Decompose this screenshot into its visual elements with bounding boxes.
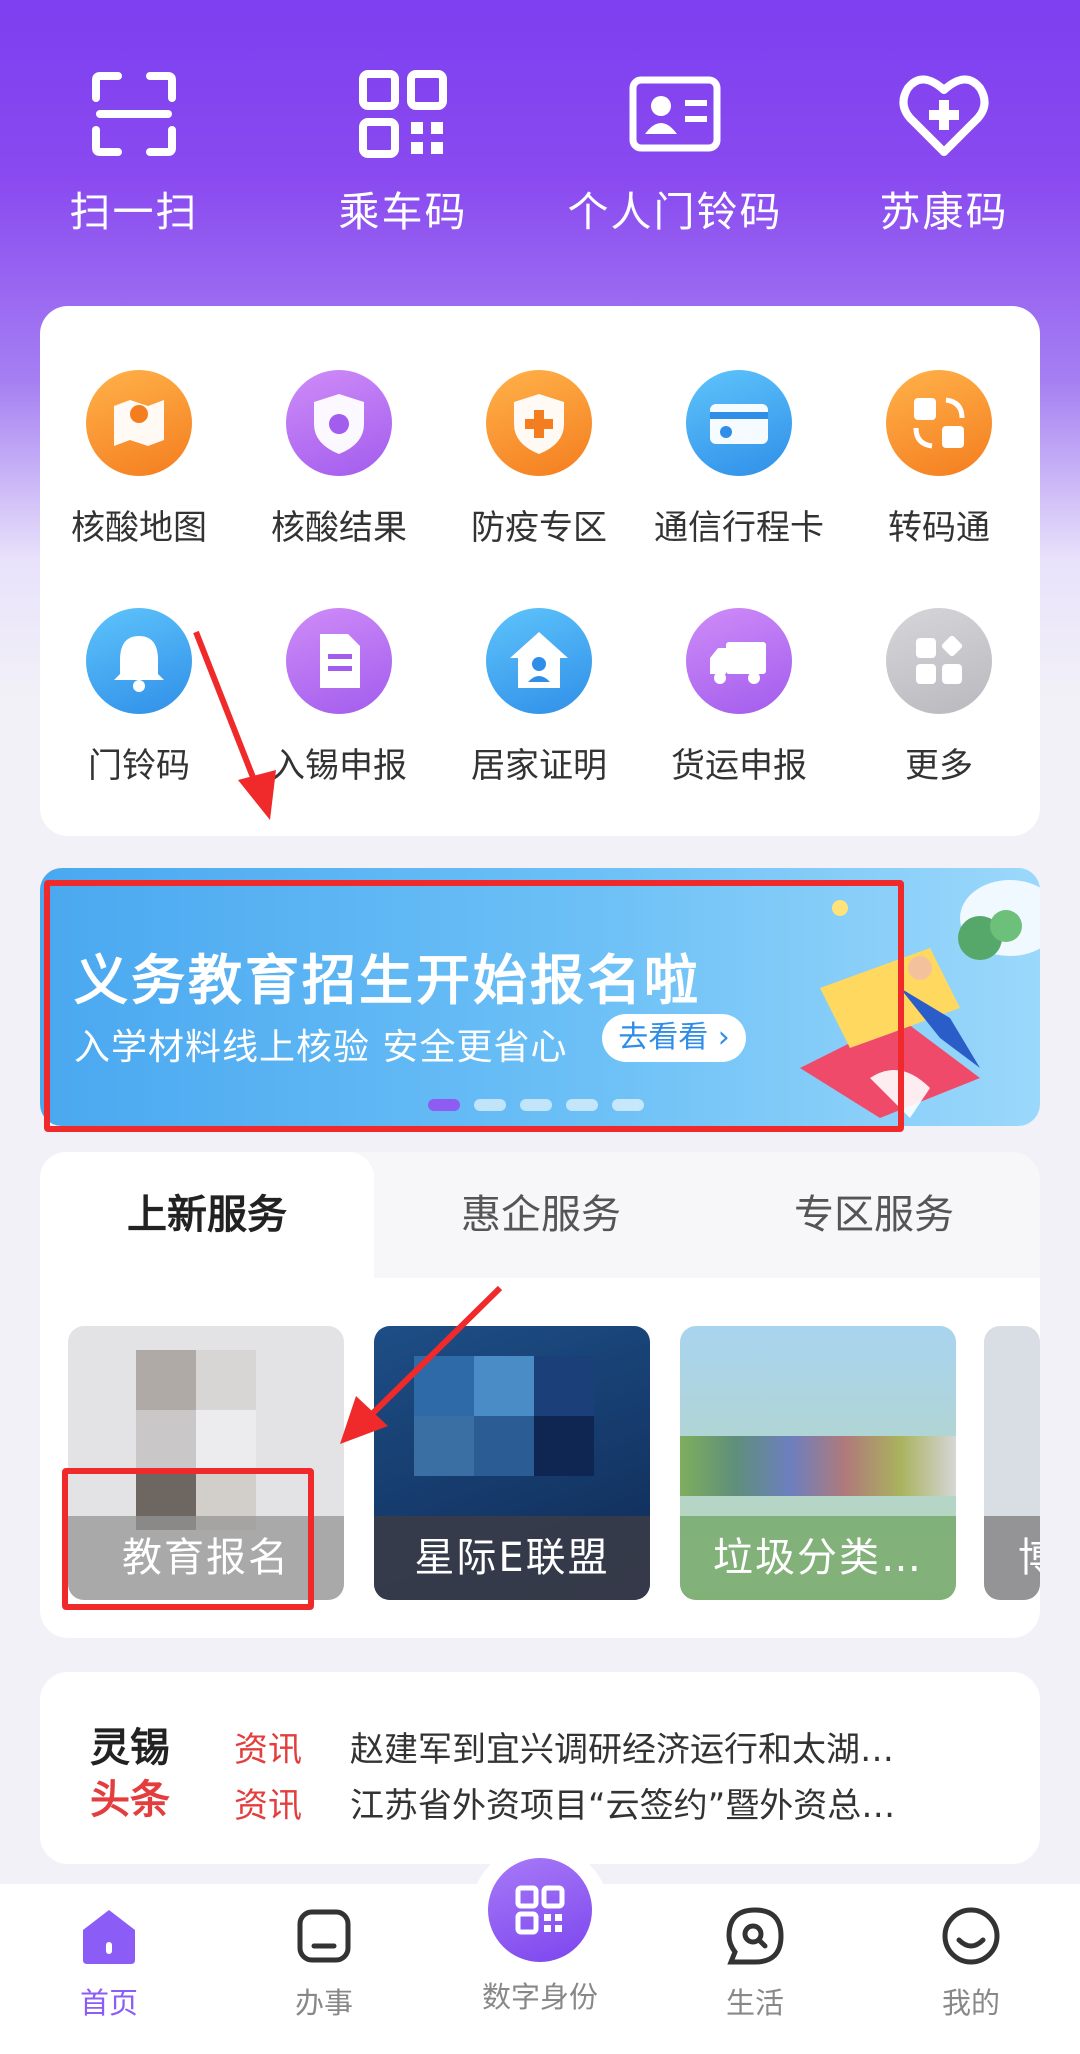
quick-doorbell-code[interactable]: 个人门铃码 (550, 66, 800, 238)
service-label: 通信行程卡 (654, 508, 824, 548)
quick-health-code[interactable]: 苏康码 (844, 66, 1044, 238)
service-label: 防疫专区 (471, 508, 607, 548)
nav-label: 首页 (79, 1986, 138, 2020)
tile-museum[interactable]: 博 (984, 1326, 1040, 1600)
task-icon (297, 1909, 351, 1963)
nav-label: 办事 (294, 1986, 353, 2020)
annotation-box (44, 880, 904, 1132)
tile-caption: 博 (984, 1516, 1040, 1600)
nav-mine[interactable]: 我的 (896, 1904, 1046, 2022)
annotation-box (62, 1468, 314, 1610)
home-icon (83, 1910, 135, 1964)
qr-code-icon (359, 70, 447, 158)
news-item[interactable]: 资讯 赵建军到宜兴调研经济运行和太湖… (234, 1722, 894, 1771)
more-grid-icon (916, 635, 963, 684)
annotation-arrow (193, 630, 276, 820)
tab-enterprise-services[interactable]: 惠企服务 (374, 1152, 708, 1278)
quick-scan-label: 扫一扫 (69, 188, 199, 236)
quick-doorbell-code-label: 个人门铃码 (567, 188, 783, 236)
service-label: 转码通 (888, 508, 990, 548)
nav-digital-id[interactable]: 数字身份 (465, 1858, 615, 2016)
quick-ride-code[interactable]: 乘车码 (303, 66, 503, 238)
document-icon (320, 634, 360, 688)
nav-tasks[interactable]: 办事 (249, 1904, 399, 2022)
digital-id-button[interactable] (488, 1858, 592, 1962)
nav-label: 我的 (941, 1986, 1000, 2020)
news-tag: 资讯 (234, 1730, 302, 1770)
id-card-icon (629, 76, 721, 152)
chat-search-icon (726, 1907, 784, 1965)
service-travel-card[interactable]: 通信行程卡 (639, 370, 839, 549)
service-epidemic-zone[interactable]: 防疫专区 (439, 370, 639, 549)
news-tag: 资讯 (234, 1786, 302, 1826)
news-text: 赵建军到宜兴调研经济运行和太湖… (350, 1730, 894, 1770)
service-label: 核酸结果 (271, 508, 407, 548)
service-code-convert[interactable]: 转码通 (839, 370, 1039, 549)
news-text: 江苏省外资项目“云签约”暨外资总… (350, 1786, 896, 1826)
service-label: 货运申报 (671, 746, 807, 786)
tile-garbage-sorting[interactable]: 垃圾分类… (680, 1326, 956, 1600)
nav-label: 数字身份 (481, 1980, 598, 2014)
service-label: 居家证明 (471, 746, 607, 786)
service-label: 更多 (905, 746, 973, 786)
nav-label: 生活 (725, 1986, 784, 2020)
quick-scan[interactable]: 扫一扫 (34, 66, 234, 238)
smile-icon (942, 1907, 1000, 1965)
nav-life[interactable]: 生活 (680, 1904, 830, 2022)
convert-icon (913, 397, 965, 449)
tile-caption: 垃圾分类… (680, 1516, 956, 1600)
virus-shield-icon (314, 394, 364, 454)
news-item[interactable]: 资讯 江苏省外资项目“云签约”暨外资总… (234, 1778, 895, 1827)
service-nat-map[interactable]: 核酸地图 (39, 370, 239, 549)
nav-home[interactable]: 首页 (34, 1904, 184, 2022)
card-icon (710, 404, 768, 444)
tab-new-services[interactable]: 上新服务 (40, 1152, 374, 1278)
service-nat-result[interactable]: 核酸结果 (239, 370, 439, 549)
home-icon (510, 632, 568, 688)
service-freight-report[interactable]: 货运申报 (639, 608, 839, 787)
news-brand: 灵锡 头条 (90, 1725, 170, 1823)
service-home-certificate[interactable]: 居家证明 (439, 608, 639, 787)
bell-icon (114, 636, 164, 692)
heart-plus-icon (899, 75, 989, 156)
service-more[interactable]: 更多 (839, 608, 1039, 787)
quick-health-code-label: 苏康码 (879, 188, 1009, 236)
annotation-arrow (340, 1285, 503, 1444)
qr-code-icon (515, 1885, 565, 1935)
truck-icon (710, 642, 766, 684)
tab-zone-services[interactable]: 专区服务 (708, 1152, 1040, 1278)
service-label: 核酸地图 (71, 508, 207, 548)
quick-ride-code-label: 乘车码 (338, 188, 468, 236)
tile-caption: 星际E联盟 (374, 1516, 650, 1600)
map-icon (114, 400, 164, 446)
medical-shield-icon (514, 394, 564, 454)
scan-icon (92, 72, 176, 156)
